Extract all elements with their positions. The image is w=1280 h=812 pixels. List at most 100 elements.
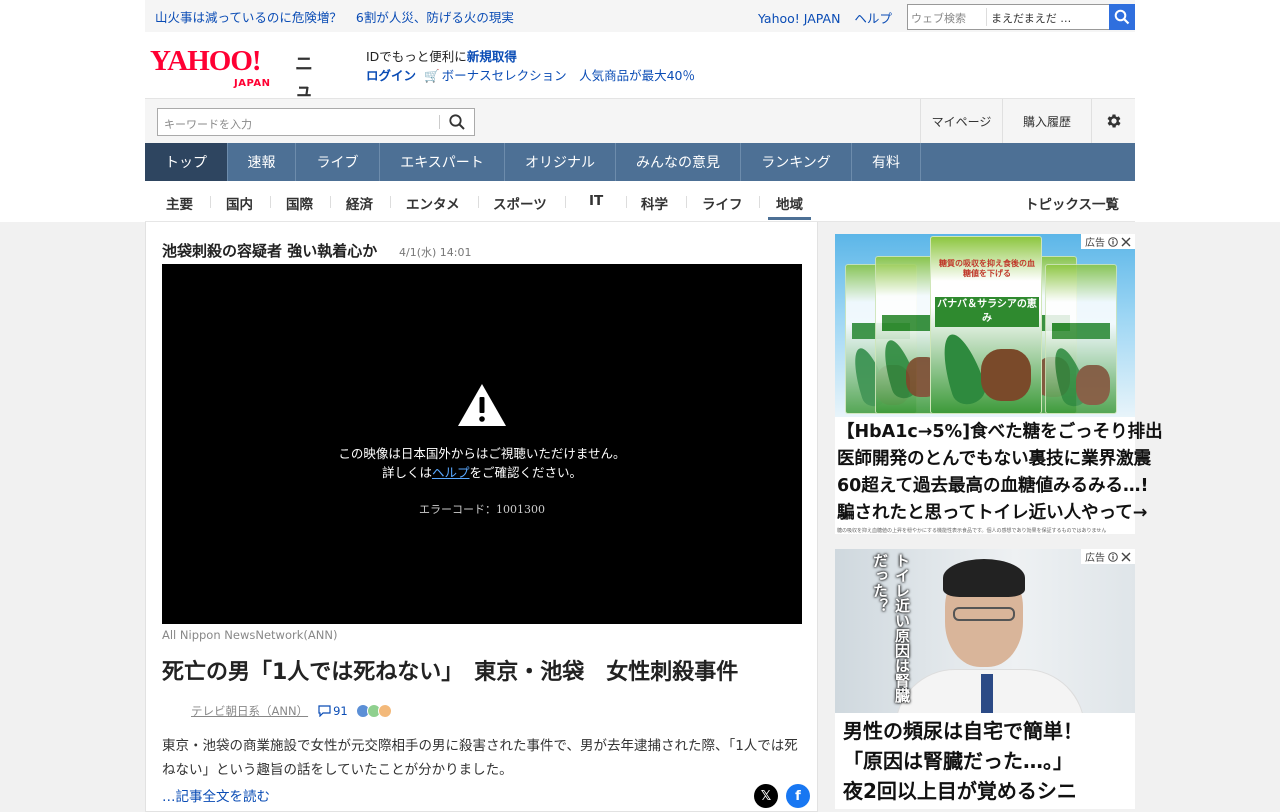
article-headline[interactable]: 死亡の男「1人では死ねない」 東京・池袋 女性刺殺事件 bbox=[162, 656, 802, 690]
keyword-input[interactable]: キーワードを入力 bbox=[164, 116, 252, 132]
web-search-button[interactable] bbox=[1109, 4, 1135, 30]
video-error-code: エラーコード：1001300 bbox=[419, 503, 545, 516]
topics-list-link[interactable]: トピックス一覧 bbox=[1025, 193, 1119, 213]
mypage-button[interactable]: マイページ bbox=[920, 99, 1002, 143]
login-link[interactable]: ログイン bbox=[366, 68, 416, 83]
subnav-sports[interactable]: スポーツ bbox=[493, 193, 547, 213]
x-share-button[interactable]: 𝕏 bbox=[754, 784, 778, 808]
ad2-vertical-text: トイレ近い原因は腎臓だった？ bbox=[871, 553, 911, 703]
tab-live[interactable]: ライブ bbox=[296, 143, 380, 181]
video-help-link[interactable]: ヘルプ bbox=[432, 465, 470, 480]
sub-nav: 主要 国内 国際 経済 エンタメ スポーツ IT 科学 ライフ 地域 トピックス… bbox=[145, 181, 1135, 222]
tab-original[interactable]: オリジナル bbox=[505, 143, 616, 181]
settings-button[interactable] bbox=[1091, 99, 1135, 143]
web-search-trend[interactable]: まえだまえだ … bbox=[986, 8, 1109, 26]
ad1-text-line[interactable]: 医師開発のとんでもない裏技に業界激震 bbox=[837, 447, 1151, 472]
ad1-text-line[interactable]: 騙されたと思ってトイレ近い人やって→ bbox=[837, 501, 1147, 526]
close-icon[interactable] bbox=[1121, 552, 1131, 562]
reaction-face-icon bbox=[377, 704, 392, 718]
share-buttons: 𝕏 f bbox=[746, 784, 810, 808]
top-headline-b[interactable]: 6割が人災、防げる火の現実 bbox=[356, 10, 514, 25]
subnav-divider bbox=[759, 196, 760, 208]
subnav-entertainment[interactable]: エンタメ bbox=[406, 193, 460, 213]
subnav-main[interactable]: 主要 bbox=[166, 193, 193, 213]
yahoo-japan-link[interactable]: Yahoo! JAPAN bbox=[758, 11, 840, 26]
web-search-box[interactable]: ウェブ検索 まえだまえだ … bbox=[907, 4, 1135, 30]
subnav-divider bbox=[330, 196, 331, 208]
subnav-science[interactable]: 科学 bbox=[641, 193, 668, 213]
article-source[interactable]: テレビ朝日系（ANN） bbox=[191, 703, 308, 719]
subnav-divider bbox=[270, 196, 271, 208]
package-name: バナバ＆サラシアの恵み bbox=[935, 297, 1039, 327]
ad-label[interactable]: 広告 bbox=[1081, 234, 1135, 249]
video-player[interactable]: この映像は日本国外からはご視聴いただけません。 詳しくはヘルプをご確認ください。… bbox=[162, 264, 802, 624]
subnav-divider bbox=[686, 196, 687, 208]
top-headline-a[interactable]: 山火事は減っているのに危険増？ bbox=[155, 10, 342, 25]
tab-breaking[interactable]: 速報 bbox=[228, 143, 296, 181]
tab-ranking[interactable]: ランキング bbox=[741, 143, 852, 181]
close-icon[interactable] bbox=[1121, 237, 1131, 247]
ad-label[interactable]: 広告 bbox=[1081, 549, 1135, 564]
comment-count-value: 91 bbox=[333, 704, 348, 718]
yahoo-news-logo[interactable]: YAHOO! JAPAN ニュース bbox=[150, 45, 313, 153]
search-row: キーワードを入力 マイページ 購入履歴 bbox=[145, 98, 1135, 143]
keyword-search-box[interactable]: キーワードを入力 bbox=[157, 108, 475, 136]
subnav-domestic[interactable]: 国内 bbox=[226, 193, 253, 213]
tab-opinions[interactable]: みんなの意見 bbox=[616, 143, 741, 181]
doctor-tie bbox=[981, 674, 993, 713]
tab-top[interactable]: トップ bbox=[145, 143, 228, 181]
logo-yahoo-text: YAHOO! bbox=[150, 45, 262, 77]
info-icon[interactable] bbox=[1108, 236, 1118, 247]
top-headline[interactable]: 山火事は減っているのに危険増？ 6割が人災、防げる火の現実 bbox=[155, 7, 528, 26]
purchase-history-button[interactable]: 購入履歴 bbox=[1002, 99, 1091, 143]
ad1-text-line[interactable]: 60超えて過去最高の血糖値みるみる…! bbox=[837, 474, 1148, 499]
subnav-divider bbox=[565, 196, 566, 208]
video-msg-pre: 詳しくは bbox=[381, 465, 432, 480]
subnav-active-indicator bbox=[768, 217, 811, 220]
info-icon[interactable] bbox=[1108, 551, 1118, 562]
video-unavailable-message: この映像は日本国外からはご視聴いただけません。 詳しくはヘルプをご確認ください。 bbox=[162, 444, 802, 482]
subnav-it[interactable]: IT bbox=[589, 193, 603, 209]
ad2-doctor-image[interactable]: トイレ近い原因は腎臓だった？ bbox=[835, 549, 1135, 713]
article-panel: 池袋刺殺の容疑者 強い執着心か 4/1(水) 14:01 この映像は日本国外から… bbox=[145, 222, 818, 812]
facebook-share-button[interactable]: f bbox=[786, 784, 810, 808]
product-package bbox=[1045, 264, 1117, 414]
ad-banner-2[interactable]: トイレ近い原因は腎臓だった？ 広告 男性の頻尿は自宅で簡単！ 「原因は腎臓だった… bbox=[835, 549, 1135, 809]
ad2-text-line[interactable]: 男性の頻尿は自宅で簡単！ bbox=[843, 717, 1083, 745]
subnav-divider bbox=[210, 196, 211, 208]
logo-japan-text: JAPAN bbox=[234, 78, 271, 89]
article-summary: 東京・池袋の商業施設で女性が元交際相手の男に殺害された事件で、男が去年逮捕された… bbox=[162, 738, 798, 778]
tab-paid[interactable]: 有料 bbox=[852, 143, 921, 181]
ad2-text-line[interactable]: 夜2回以上目が覚めるシニ bbox=[843, 777, 1077, 805]
ad1-text-line[interactable]: 【HbA1c→5%]食べた糖をごっそり排出 bbox=[837, 420, 1163, 445]
doctor-glasses bbox=[953, 607, 1015, 621]
ad-banner-1[interactable]: 糖質の吸収を抑え食後の血糖値を下げる バナバ＆サラシアの恵み 広告 【HbA1c… bbox=[835, 234, 1163, 534]
ad2-text-line[interactable]: 「原因は腎臓だった…。」 bbox=[843, 747, 1073, 775]
video-msg-post: をご確認ください。 bbox=[469, 465, 583, 480]
video-title[interactable]: 池袋刺殺の容疑者 強い執着心か bbox=[162, 240, 377, 261]
register-link[interactable]: 新規取得 bbox=[467, 49, 517, 64]
bonus-link[interactable]: ボーナスセレクション 人気商品が最大40％ bbox=[442, 68, 695, 83]
subnav-life[interactable]: ライフ bbox=[702, 193, 743, 213]
keyword-search-button[interactable] bbox=[448, 113, 466, 135]
gear-icon bbox=[1107, 114, 1121, 128]
tab-expert[interactable]: エキスパート bbox=[380, 143, 505, 181]
video-date: 4/1(水) 14:01 bbox=[399, 246, 472, 259]
subnav-world[interactable]: 国際 bbox=[286, 193, 313, 213]
subnav-divider bbox=[478, 196, 479, 208]
comment-icon bbox=[318, 705, 331, 717]
subnav-economy[interactable]: 経済 bbox=[346, 193, 373, 213]
promo-area: IDでもっと便利に新規取得 ログイン 🛒 ボーナスセレクション 人気商品が最大40％ bbox=[366, 47, 695, 85]
facebook-logo-icon: f bbox=[795, 788, 801, 804]
subnav-local[interactable]: 地域 bbox=[776, 193, 803, 213]
top-bar: 山火事は減っているのに危険増？ 6割が人災、防げる火の現実 Yahoo! JAPA… bbox=[145, 0, 1135, 32]
comment-count[interactable]: 91 bbox=[318, 704, 348, 718]
search-icon bbox=[1114, 9, 1130, 25]
read-more-link[interactable]: …記事全文を読む bbox=[162, 785, 270, 805]
help-link[interactable]: ヘルプ bbox=[854, 11, 892, 26]
web-search-input[interactable]: ウェブ検索 bbox=[908, 5, 986, 29]
ad-label-text: 広告 bbox=[1085, 238, 1105, 249]
ad1-product-image[interactable]: 糖質の吸収を抑え食後の血糖値を下げる バナバ＆サラシアの恵み bbox=[835, 234, 1135, 417]
promo-prefix: IDでもっと便利に bbox=[366, 49, 467, 64]
article-meta: テレビ朝日系（ANN） 91 bbox=[191, 703, 392, 719]
